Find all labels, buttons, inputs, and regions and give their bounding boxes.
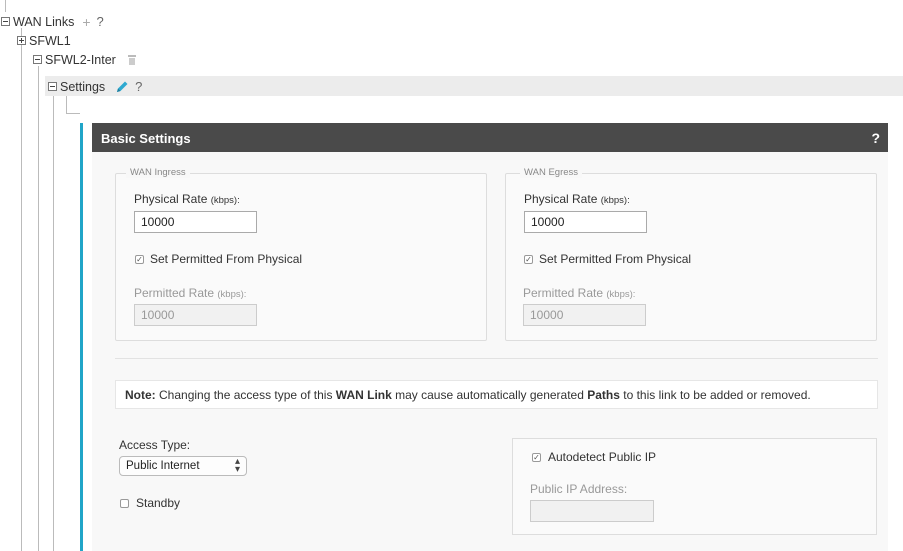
group-legend: WAN Egress xyxy=(520,167,583,178)
tree-line xyxy=(21,28,22,551)
chevron-updown-icon: ▴ ▾ xyxy=(234,456,240,475)
collapse-icon[interactable] xyxy=(33,55,42,64)
tree-line xyxy=(38,66,39,551)
standby-label[interactable]: Standby xyxy=(136,496,180,510)
tree-node-label[interactable]: Settings xyxy=(60,80,105,94)
public-ip-label: Public IP Address: xyxy=(530,482,628,496)
pencil-icon[interactable] xyxy=(115,80,129,94)
tree-line xyxy=(66,113,80,114)
access-type-note: Note: Changing the access type of this W… xyxy=(115,380,878,409)
access-type-value: Public Internet xyxy=(126,460,200,472)
panel-title: Basic Settings xyxy=(101,131,191,146)
group-legend: WAN Ingress xyxy=(126,167,190,178)
help-icon[interactable]: ? xyxy=(135,79,142,94)
tree-line xyxy=(5,0,6,12)
tree-node-label[interactable]: SFWL2-Inter xyxy=(45,53,116,67)
public-ip-input xyxy=(530,500,654,522)
tree-node-label[interactable]: SFWL1 xyxy=(29,34,71,48)
collapse-icon[interactable] xyxy=(48,82,57,91)
autodetect-label[interactable]: Autodetect Public IP xyxy=(548,450,656,464)
tree-line xyxy=(53,96,54,551)
physical-rate-label: Physical Rate (kbps): xyxy=(524,192,630,206)
tree-node-settings: Settings ? xyxy=(48,77,142,96)
access-type-label: Access Type: xyxy=(119,438,191,452)
egress-physical-rate-input[interactable]: 10000 xyxy=(524,211,647,233)
permitted-rate-label: Permitted Rate (kbps): xyxy=(523,286,636,300)
add-icon[interactable]: + xyxy=(82,14,90,30)
autodetect-checkbox[interactable]: ✓ xyxy=(532,453,541,462)
egress-permitted-rate-input: 10000 xyxy=(523,304,646,326)
tree-node-sfwl1: SFWL1 xyxy=(17,31,71,50)
panel-header: Basic Settings ? xyxy=(92,123,888,152)
permitted-rate-label: Permitted Rate (kbps): xyxy=(134,286,247,300)
panel-accent-bar xyxy=(80,123,83,551)
set-permitted-label[interactable]: Set Permitted From Physical xyxy=(539,252,691,266)
trash-icon[interactable] xyxy=(127,54,136,65)
tree-node-sfwl2-inter: SFWL2-Inter xyxy=(33,50,136,69)
divider xyxy=(115,358,878,359)
physical-rate-label: Physical Rate (kbps): xyxy=(134,192,240,206)
access-type-select[interactable]: Public Internet ▴ ▾ xyxy=(119,456,247,476)
tree-node-wan-links: WAN Links + ? xyxy=(1,12,104,31)
set-permitted-label[interactable]: Set Permitted From Physical xyxy=(150,252,302,266)
set-permitted-checkbox[interactable]: ✓ xyxy=(135,255,144,264)
ingress-permitted-rate-input: 10000 xyxy=(134,304,257,326)
settings-row-highlight xyxy=(45,76,903,96)
ingress-physical-rate-input[interactable]: 10000 xyxy=(134,211,257,233)
set-permitted-checkbox[interactable]: ✓ xyxy=(524,255,533,264)
help-icon[interactable]: ? xyxy=(871,130,880,146)
standby-checkbox[interactable] xyxy=(120,499,129,508)
expand-icon[interactable] xyxy=(17,36,26,45)
collapse-icon[interactable] xyxy=(1,17,10,26)
tree-line xyxy=(66,96,67,113)
tree-node-label[interactable]: WAN Links xyxy=(13,15,74,29)
help-icon[interactable]: ? xyxy=(97,14,104,29)
